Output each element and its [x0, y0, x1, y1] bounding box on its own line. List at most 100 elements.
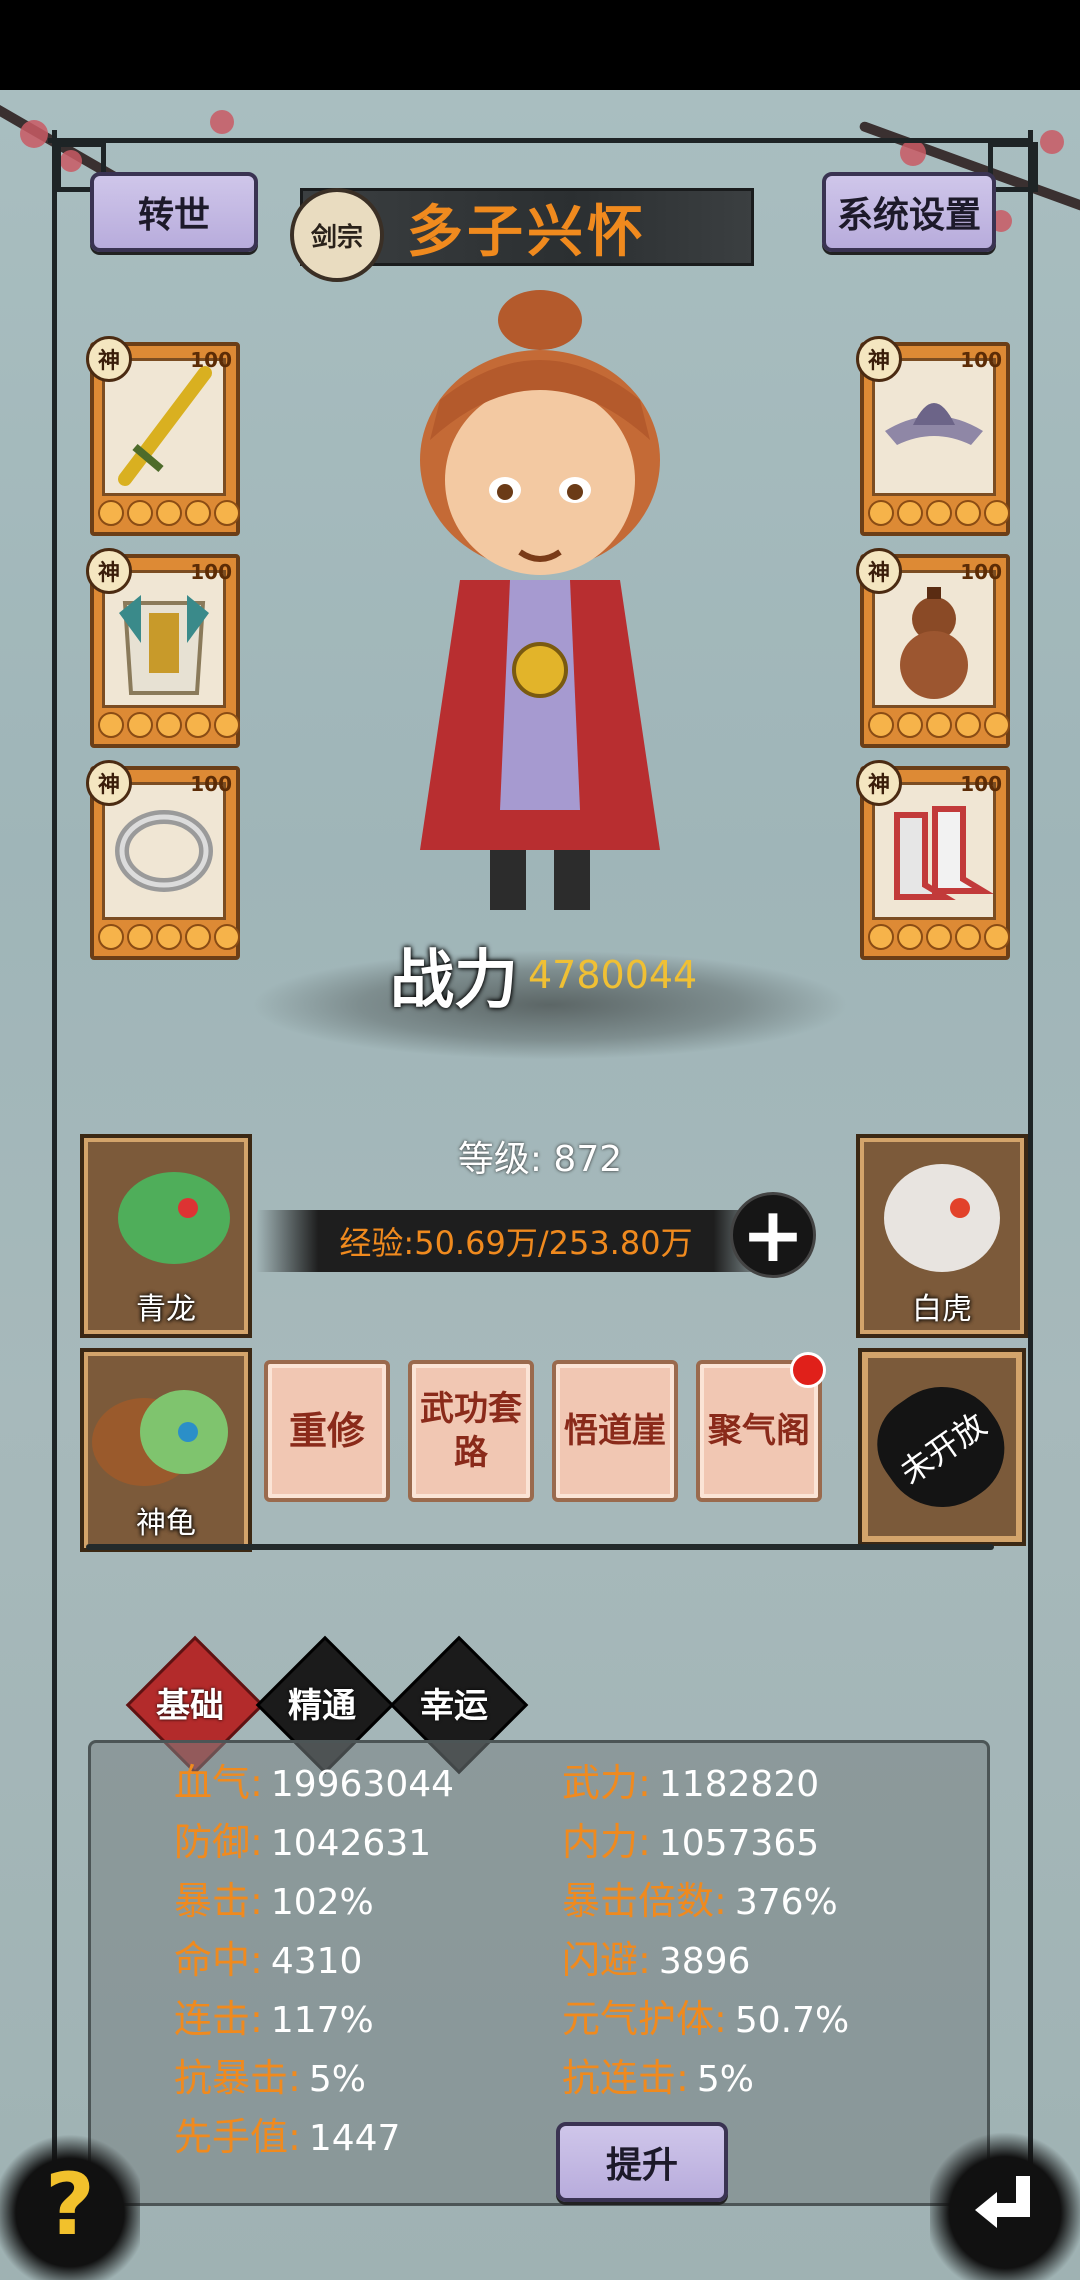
equip-level: 100 [960, 772, 1002, 796]
skill-martial-routine-button[interactable]: 武功套路 [408, 1360, 534, 1502]
equip-level: 100 [960, 348, 1002, 372]
turtle-icon [92, 1390, 228, 1486]
gem-slots [868, 500, 1010, 526]
gem-slots [98, 712, 240, 738]
stat-force: 武力: 1182820 [562, 1752, 819, 1807]
stat-key: 先手值: [174, 2115, 301, 2159]
stat-inner-power: 内力: 1057365 [562, 1811, 819, 1866]
stat-key: 暴击: [174, 1879, 263, 1923]
stat-key: 内力: [562, 1820, 651, 1864]
stat-defense: 防御: 1042631 [174, 1811, 431, 1866]
stat-value: 1447 [308, 2118, 401, 2159]
gem-slots [868, 924, 1010, 950]
equip-slot-armor[interactable]: 神 100 [86, 548, 240, 748]
rebirth-button[interactable]: 转世 [90, 172, 258, 252]
equip-level: 100 [190, 560, 232, 584]
hero-character[interactable] [370, 290, 710, 930]
blossom [210, 110, 234, 134]
stat-value: 117% [270, 2000, 374, 2041]
equip-level: 100 [190, 772, 232, 796]
stat-value: 3896 [658, 1941, 751, 1982]
stat-combo: 连击: 117% [174, 1988, 374, 2043]
tier-badge: 神 [86, 336, 132, 382]
upgrade-button[interactable]: 提升 [556, 2122, 728, 2202]
stat-value: 1057365 [658, 1823, 820, 1864]
stat-key: 暴击倍数: [562, 1879, 727, 1923]
gem-slots [98, 500, 240, 526]
stat-value: 50.7% [734, 2000, 850, 2041]
hero-level: 等级: 872 [457, 1139, 623, 1180]
back-button[interactable] [930, 2130, 1080, 2280]
help-button[interactable]: ? [0, 2130, 140, 2280]
stat-combo-resist: 抗连击: 5% [562, 2047, 754, 2102]
frame-top [48, 138, 1032, 143]
stat-hit: 命中: 4310 [174, 1929, 362, 1984]
plus-icon: + [741, 1190, 805, 1279]
help-icon: ? [45, 2155, 95, 2255]
stat-value: 5% [696, 2059, 754, 2100]
tab-luck-label: 幸运 [420, 1686, 488, 1726]
tier-badge: 神 [856, 760, 902, 806]
stat-vital-shield: 元气护体: 50.7% [562, 1988, 849, 2043]
stat-key: 元气护体: [562, 1997, 727, 2041]
stat-crit-resist: 抗暴击: 5% [174, 2047, 366, 2102]
locked-label: 未开放 [892, 1405, 994, 1492]
notification-dot [790, 1352, 826, 1388]
tier-badge: 神 [86, 760, 132, 806]
pet-divine-turtle[interactable]: 神龟 [80, 1348, 252, 1552]
frame-right [1028, 130, 1033, 2250]
stat-value: 1042631 [270, 1823, 432, 1864]
divider [86, 1544, 994, 1550]
blossom [1040, 130, 1064, 154]
gem-slots [868, 712, 1010, 738]
add-exp-button[interactable]: + [730, 1192, 816, 1278]
equip-slot-boots[interactable]: 神 100 [856, 760, 1010, 960]
equip-level: 100 [190, 348, 232, 372]
stat-value: 102% [270, 1882, 374, 1923]
tab-mastery-label: 精通 [288, 1686, 356, 1726]
blossom [20, 120, 48, 148]
tier-badge: 神 [856, 336, 902, 382]
stat-value: 376% [734, 1882, 838, 1923]
exp-text: 经验:50.69万/253.80万 [339, 1224, 693, 1262]
pet-azure-dragon[interactable]: 青龙 [80, 1134, 252, 1338]
stat-value: 4310 [270, 1941, 363, 1982]
blossom [900, 140, 926, 166]
equip-slot-weapon[interactable]: 神 100 [86, 336, 240, 536]
return-arrow-icon [975, 2176, 1030, 2228]
stat-key: 命中: [174, 1938, 263, 1982]
frame-left [52, 130, 57, 2250]
system-settings-button[interactable]: 系统设置 [822, 172, 996, 252]
skill-relearn-button[interactable]: 重修 [264, 1360, 390, 1502]
stat-crit-multiplier: 暴击倍数: 376% [562, 1870, 838, 1925]
tier-badge: 神 [86, 548, 132, 594]
combat-power-value: 4780044 [528, 953, 698, 997]
equip-slot-ring[interactable]: 神 100 [86, 760, 240, 960]
stat-key: 武力: [562, 1761, 651, 1805]
skill-enlightenment-cliff-button[interactable]: 悟道崖 [552, 1360, 678, 1502]
stat-key: 血气: [174, 1761, 263, 1805]
stat-key: 闪避: [562, 1938, 651, 1982]
gem-slots [98, 924, 240, 950]
sect-badge: 剑宗 [290, 188, 384, 282]
pet-white-tiger[interactable]: 白虎 [856, 1134, 1028, 1338]
stat-key: 抗连击: [562, 2056, 689, 2100]
stat-key: 抗暴击: [174, 2056, 301, 2100]
tab-basic-label: 基础 [156, 1686, 224, 1726]
pet-label: 神龟 [136, 1506, 196, 1541]
pet-label: 白虎 [912, 1292, 972, 1327]
stat-dodge: 闪避: 3896 [562, 1929, 750, 1984]
combat-power: 战力 4780044 [390, 930, 697, 1020]
stat-value: 19963044 [270, 1764, 455, 1805]
exp-bar: 经验:50.69万/253.80万 [256, 1210, 776, 1272]
pet-label: 青龙 [136, 1292, 196, 1327]
game-screen: 转世 多子兴怀 剑宗 系统设置 神 100 神 100 神 100 神 100 [0, 90, 1080, 2280]
stat-key: 连击: [174, 1997, 263, 2041]
equip-level: 100 [960, 560, 1002, 584]
stat-crit: 暴击: 102% [174, 1870, 374, 1925]
combat-power-label: 战力 [390, 944, 518, 1018]
equip-slot-hat[interactable]: 神 100 [856, 336, 1010, 536]
equip-slot-gourd[interactable]: 神 100 [856, 548, 1010, 748]
tier-badge: 神 [856, 548, 902, 594]
stat-hp: 血气: 19963044 [174, 1752, 454, 1807]
